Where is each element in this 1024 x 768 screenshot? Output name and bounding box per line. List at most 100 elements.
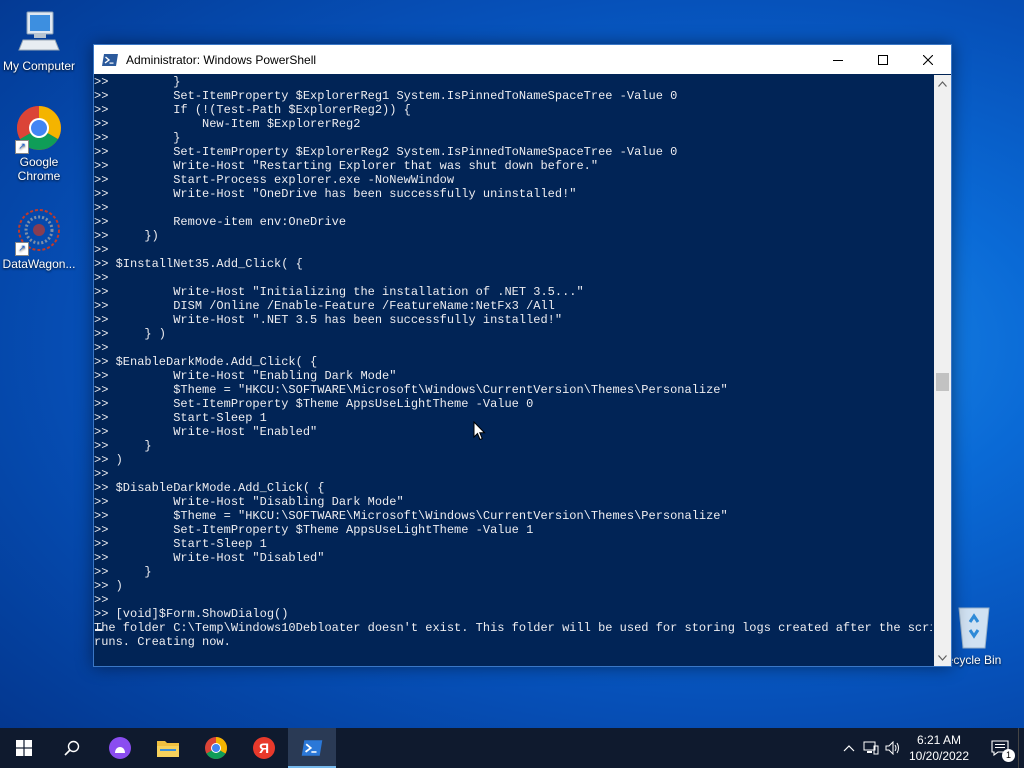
alice-assistant-icon bbox=[109, 737, 131, 759]
volume-button[interactable] bbox=[882, 728, 904, 768]
console-line: >> bbox=[94, 467, 109, 481]
chrome-icon: ↗ bbox=[15, 104, 63, 154]
close-button[interactable] bbox=[905, 45, 951, 74]
console-line: >> Write-Host "Restarting Explorer that … bbox=[94, 159, 599, 173]
desktop-icon-my-computer[interactable]: My Computer bbox=[0, 8, 79, 73]
maximize-button[interactable] bbox=[860, 45, 906, 74]
console-line: >> Start-Process explorer.exe -NoNewWind… bbox=[94, 173, 455, 187]
taskbar-clock[interactable]: 6:21 AM 10/20/2022 bbox=[904, 732, 974, 764]
console-line: >> } bbox=[94, 439, 152, 453]
taskbar-file-explorer[interactable] bbox=[144, 728, 192, 768]
shortcut-arrow-icon: ↗ bbox=[15, 140, 29, 154]
console-line: >> bbox=[94, 341, 109, 355]
console-line: >> New-Item $ExplorerReg2 bbox=[94, 117, 361, 131]
taskbar-powershell[interactable] bbox=[288, 728, 336, 768]
console-line: >> Start-Sleep 1 bbox=[94, 411, 267, 425]
desktop-icon-label: My Computer bbox=[2, 59, 76, 73]
console-line: >> Write-Host "Enabling Dark Mode" bbox=[94, 369, 397, 383]
show-hidden-icons-button[interactable] bbox=[838, 728, 860, 768]
console-line: >> $Theme = "HKCU:\SOFTWARE\Microsoft\Wi… bbox=[94, 509, 728, 523]
action-center-button[interactable]: 1 bbox=[982, 728, 1018, 768]
console-line: >> Set-ItemProperty $ExplorerReg1 System… bbox=[94, 89, 678, 103]
console-line: >> bbox=[94, 593, 109, 607]
console-line: >> ) bbox=[94, 453, 123, 467]
show-desktop-button[interactable] bbox=[1018, 728, 1024, 768]
mouse-pointer-icon bbox=[473, 421, 486, 441]
console-line: >> } ) bbox=[94, 327, 167, 341]
console-line: >> [void]$Form.ShowDialog() bbox=[94, 607, 289, 621]
search-button[interactable] bbox=[48, 728, 96, 768]
console-line: >> } bbox=[94, 131, 181, 145]
console-line: >> Write-Host "Disabling Dark Mode" bbox=[94, 495, 404, 509]
console-line: >> bbox=[94, 201, 109, 215]
svg-text:Я: Я bbox=[259, 740, 269, 756]
folder-icon bbox=[157, 741, 179, 757]
powershell-window[interactable]: Administrator: Windows PowerShell >> } >>… bbox=[93, 44, 952, 667]
console-line: >> Write-Host ".NET 3.5 has been success… bbox=[94, 313, 563, 327]
taskbar-alice-assistant[interactable] bbox=[96, 728, 144, 768]
vertical-scrollbar[interactable] bbox=[934, 75, 951, 666]
network-icon bbox=[863, 741, 879, 755]
close-icon bbox=[923, 54, 933, 65]
text-cursor bbox=[95, 629, 102, 631]
console-line: >> ) bbox=[94, 579, 123, 593]
chevron-down-icon bbox=[938, 654, 947, 661]
datawagon-icon: ↗ bbox=[15, 206, 63, 256]
console-line: >> Write-Host "Enabled" bbox=[94, 425, 318, 439]
yandex-browser-icon: Я bbox=[253, 737, 275, 759]
console-line: >> Start-Sleep 1 bbox=[94, 537, 267, 551]
taskbar: Я 6:21 AM 10/20/2022 1 bbox=[0, 728, 1024, 768]
powershell-icon bbox=[102, 53, 118, 67]
clock-time: 6:21 AM bbox=[916, 733, 962, 747]
recycle-bin-icon bbox=[950, 602, 998, 650]
console-line: >> $Theme = "HKCU:\SOFTWARE\Microsoft\Wi… bbox=[94, 383, 728, 397]
console-line: >> $DisableDarkMode.Add_Click( { bbox=[94, 481, 325, 495]
taskbar-chrome[interactable] bbox=[192, 728, 240, 768]
console-line: >> Set-ItemProperty $Theme AppsUseLightT… bbox=[94, 397, 534, 411]
powershell-icon bbox=[301, 740, 323, 756]
console-line: >> bbox=[94, 243, 109, 257]
console-line: >> Set-ItemProperty $Theme AppsUseLightT… bbox=[94, 523, 534, 537]
console-line: >> } bbox=[94, 565, 152, 579]
scrollbar-thumb[interactable] bbox=[936, 373, 949, 391]
system-tray: 6:21 AM 10/20/2022 1 bbox=[838, 728, 1024, 768]
minimize-icon bbox=[833, 59, 843, 61]
scroll-down-button[interactable] bbox=[934, 649, 951, 666]
chevron-up-icon bbox=[843, 745, 855, 752]
console-line: The folder C:\Temp\Windows10Debloater do… bbox=[94, 621, 932, 635]
desktop-icon-google-chrome[interactable]: ↗ Google Chrome bbox=[0, 104, 79, 183]
desktop-icon-datawagon[interactable]: ↗ DataWagon... bbox=[0, 206, 79, 271]
chrome-icon bbox=[205, 737, 227, 759]
window-title: Administrator: Windows PowerShell bbox=[126, 52, 317, 67]
start-button[interactable] bbox=[0, 728, 48, 768]
console-line: >> $InstallNet35.Add_Click( { bbox=[94, 257, 303, 271]
desktop-icon-label: Google Chrome bbox=[17, 155, 61, 183]
desktop-icon-label: DataWagon... bbox=[2, 257, 76, 271]
network-button[interactable] bbox=[860, 728, 882, 768]
console-line: >> Write-Host "OneDrive has been success… bbox=[94, 187, 577, 201]
scroll-up-button[interactable] bbox=[934, 75, 951, 92]
console-line: >> DISM /Online /Enable-Feature /Feature… bbox=[94, 299, 555, 313]
console-line: >> Write-Host "Initializing the installa… bbox=[94, 285, 584, 299]
console-line: >> $EnableDarkMode.Add_Click( { bbox=[94, 355, 318, 369]
console-line: >> If (!(Test-Path $ExplorerReg2)) { bbox=[94, 103, 411, 117]
console-line: >> Write-Host "Disabled" bbox=[94, 551, 325, 565]
windows-logo-icon bbox=[16, 740, 32, 756]
console-line: >> Set-ItemProperty $ExplorerReg2 System… bbox=[94, 145, 678, 159]
minimize-button[interactable] bbox=[815, 45, 861, 74]
maximize-icon bbox=[878, 54, 888, 65]
title-bar[interactable]: Administrator: Windows PowerShell bbox=[94, 45, 951, 74]
computer-icon bbox=[15, 8, 63, 56]
console-line: runs. Creating now. bbox=[94, 635, 231, 649]
console-output[interactable]: >> } >> Set-ItemProperty $ExplorerReg1 Sy… bbox=[94, 75, 932, 666]
chevron-up-icon bbox=[938, 80, 947, 87]
shortcut-arrow-icon: ↗ bbox=[15, 242, 29, 256]
console-line: >> bbox=[94, 271, 109, 285]
clock-date: 10/20/2022 bbox=[908, 749, 970, 763]
taskbar-yandex-browser[interactable]: Я bbox=[240, 728, 288, 768]
search-icon bbox=[64, 740, 80, 756]
console-line: >> Remove-item env:OneDrive bbox=[94, 215, 347, 229]
console-line: >> }) bbox=[94, 229, 159, 243]
console-line: >> } bbox=[94, 75, 181, 89]
